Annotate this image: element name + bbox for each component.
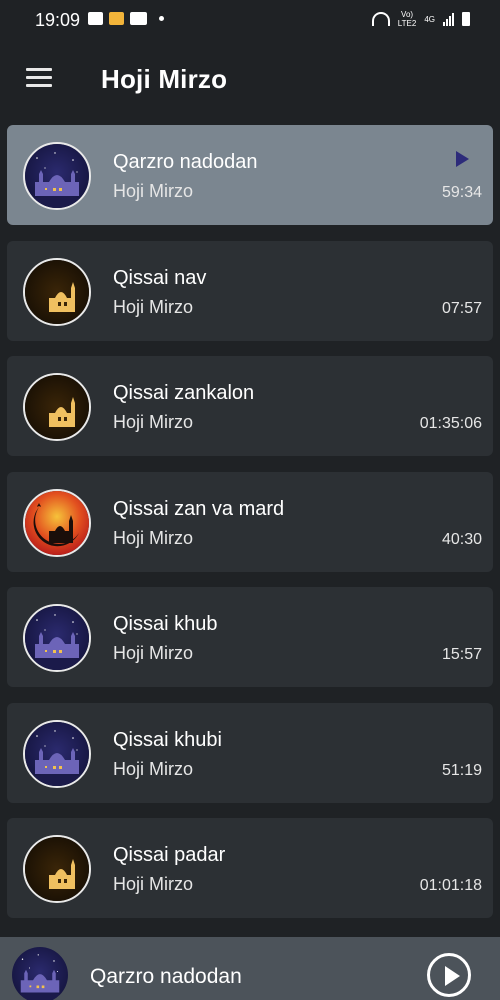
track-artist: Hoji Mirzo — [113, 874, 194, 894]
volte-indicator: Vo) LTE2 — [398, 10, 417, 28]
track-item[interactable]: Qissai padar Hoji Mirzo 01:01:18 — [7, 818, 493, 918]
play-button[interactable] — [427, 953, 471, 997]
track-duration: 15:57 — [441, 646, 482, 663]
tv-app-icon — [109, 12, 124, 25]
track-artist: Hoji Mirzo — [113, 527, 194, 548]
gallery-icon — [88, 12, 103, 25]
track-duration: 07:57 — [441, 299, 482, 317]
lte-label: LTE2 — [397, 19, 417, 28]
battery-icon — [462, 12, 470, 26]
track-item[interactable]: Qissai nav Hoji Mirzo 07:57 — [7, 240, 493, 341]
track-artwork — [23, 373, 91, 441]
track-title: Qissai nav — [113, 266, 207, 289]
track-artwork — [23, 835, 91, 903]
track-item[interactable]: Qarzro nadodan Hoji Mirzo 59:34 — [7, 125, 493, 225]
track-artwork — [23, 719, 91, 788]
track-duration: 01:01:18 — [419, 877, 482, 894]
app-screen: 19:09 Vo) LTE2 4G Hoji Mirzo Qarzro nado… — [0, 0, 500, 1000]
signal-icon — [443, 12, 454, 26]
track-item[interactable]: Qissai zankalon Hoji Mirzo 01:35:06 — [7, 356, 493, 456]
track-artwork — [23, 488, 91, 557]
track-artwork — [23, 604, 91, 672]
track-title: Qissai khubi — [113, 728, 222, 751]
mini-player-title: Qarzro nadodan — [90, 965, 242, 988]
track-artist: Hoji Mirzo — [113, 412, 194, 432]
volte-label: Vo) — [401, 10, 414, 19]
network-type-indicator: 4G — [424, 14, 435, 24]
track-item[interactable]: Qissai khubi Hoji Mirzo 51:19 — [7, 702, 493, 803]
menu-icon[interactable] — [26, 68, 52, 88]
hotspot-icon — [371, 12, 390, 26]
system-icons: Vo) LTE2 4G — [371, 10, 470, 28]
mini-player-artwork — [12, 947, 68, 1000]
track-title: Qissai zan va mard — [113, 497, 285, 520]
track-title: Qissai khub — [113, 613, 218, 635]
track-duration: 59:34 — [441, 184, 482, 201]
app-bar: Hoji Mirzo — [0, 40, 500, 120]
track-artist: Hoji Mirzo — [113, 643, 194, 663]
track-artist: Hoji Mirzo — [113, 181, 194, 201]
status-bar: 19:09 Vo) LTE2 4G — [0, 0, 500, 40]
track-title: Qissai padar — [113, 844, 226, 866]
track-item[interactable]: Qissai khub Hoji Mirzo 15:57 — [7, 587, 493, 687]
track-duration: 51:19 — [441, 761, 482, 779]
track-artist: Hoji Mirzo — [113, 296, 194, 317]
track-artist: Hoji Mirzo — [113, 758, 194, 779]
track-item[interactable]: Qissai zan va mard Hoji Mirzo 40:30 — [7, 471, 493, 572]
now-playing-icon — [456, 151, 469, 167]
track-artwork — [23, 257, 91, 326]
more-notifications-icon — [159, 16, 164, 21]
status-time: 19:09 — [35, 10, 81, 30]
track-duration: 40:30 — [441, 530, 482, 548]
track-duration: 01:35:06 — [419, 415, 482, 432]
page-title: Hoji Mirzo — [101, 64, 228, 94]
track-title: Qarzro nadodan — [113, 151, 258, 173]
track-title: Qissai zankalon — [113, 382, 255, 404]
notification-icons — [88, 12, 164, 25]
mini-player[interactable]: Qarzro nadodan — [0, 937, 500, 1000]
track-artwork — [23, 142, 91, 210]
youtube-icon — [130, 12, 147, 25]
